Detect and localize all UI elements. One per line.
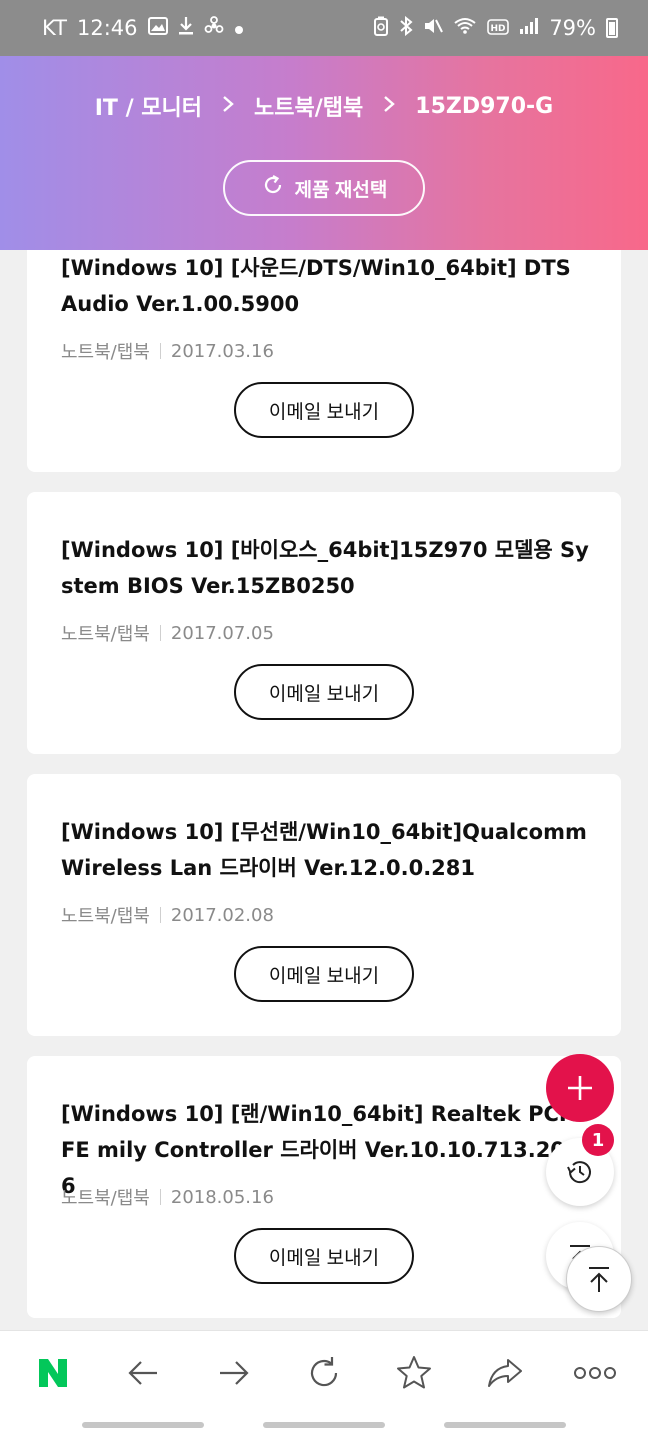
svg-text:HD: HD — [491, 24, 506, 34]
item-date: 2017.03.16 — [170, 340, 274, 362]
add-floating-button[interactable] — [546, 1054, 614, 1122]
bookmark-button[interactable] — [384, 1343, 444, 1403]
send-email-button[interactable]: 이메일 보내기 — [234, 664, 414, 720]
scroll-top-button-browser[interactable] — [566, 1246, 632, 1312]
meta-divider — [159, 1189, 161, 1205]
gesture-pill-home[interactable] — [263, 1422, 385, 1428]
battery-icon — [606, 18, 618, 38]
item-title[interactable]: [Windows 10] [무선랜/Win10_64bit]Qualcomm W… — [61, 814, 591, 886]
gesture-bar — [0, 1414, 648, 1440]
clock: 12:46 — [76, 16, 138, 40]
chevron-right-icon — [383, 92, 396, 120]
browser-toolbar — [0, 1330, 648, 1414]
item-date: 2017.02.08 — [170, 904, 274, 926]
signal-icon — [519, 16, 539, 40]
reselect-label: 제품 재선택 — [294, 179, 388, 201]
send-email-button[interactable]: 이메일 보내기 — [234, 1228, 414, 1284]
arrow-up-icon — [589, 1267, 609, 1292]
refresh-icon — [261, 173, 285, 203]
item-date: 2018.05.16 — [170, 1186, 274, 1208]
gesture-pill-back[interactable] — [444, 1422, 566, 1428]
item-category: 노트북/탭북 — [61, 906, 150, 927]
list-item[interactable]: [Windows 10] [사운드/DTS/Win10_64bit] DTS A… — [27, 250, 621, 472]
arrow-right-icon — [219, 1360, 249, 1385]
history-count-badge: 1 — [582, 1124, 614, 1156]
forward-button[interactable] — [204, 1343, 264, 1403]
more-dots-icon — [573, 1366, 616, 1379]
share-icon — [487, 1358, 522, 1387]
status-left: KT 12:46 — [42, 15, 244, 41]
status-right: HD 79% — [373, 15, 618, 41]
item-category: 노트북/탭북 — [61, 342, 150, 363]
bluetooth-icon — [399, 15, 413, 41]
item-category: 노트북/탭북 — [61, 1188, 150, 1209]
meta-divider — [159, 625, 161, 641]
recycle-icon — [373, 16, 389, 41]
list-item[interactable]: [Windows 10] [랜/Win10_64bit] Realtek PCI… — [27, 1056, 621, 1318]
fan-icon — [204, 15, 224, 41]
chevron-right-icon — [222, 92, 234, 120]
hd-icon: HD — [487, 16, 510, 40]
item-date: 2017.07.05 — [170, 622, 274, 644]
carrier: KT — [42, 16, 67, 40]
item-meta: 노트북/탭북 2017.02.08 — [61, 902, 274, 928]
gallery-icon — [147, 16, 168, 40]
list-item[interactable]: [Windows 10] [무선랜/Win10_64bit]Qualcomm W… — [27, 774, 621, 1036]
history-icon — [567, 1161, 591, 1184]
item-title[interactable]: [Windows 10] [사운드/DTS/Win10_64bit] DTS A… — [61, 250, 591, 322]
meta-divider — [159, 907, 161, 923]
mute-icon — [423, 16, 444, 41]
refresh-button[interactable] — [294, 1343, 354, 1403]
item-category: 노트북/탭북 — [61, 624, 150, 645]
item-meta: 노트북/탭북 2017.03.16 — [61, 338, 274, 364]
send-email-button[interactable]: 이메일 보내기 — [234, 382, 414, 438]
category-header: IT / 모니터 노트북/탭북 15ZD970-G 제품 재선택 — [0, 56, 648, 250]
back-button[interactable] — [113, 1343, 173, 1403]
meta-divider — [159, 343, 161, 359]
reload-icon — [310, 1356, 338, 1386]
breadcrumb-item-subcategory[interactable]: 노트북/탭북 — [254, 90, 363, 122]
gesture-pill-recent[interactable] — [82, 1422, 204, 1428]
star-icon — [397, 1355, 432, 1388]
battery-percent: 79% — [549, 16, 596, 40]
status-bar: KT 12:46 HD 79% — [0, 0, 648, 56]
breadcrumb-item-model[interactable]: 15ZD970-G — [415, 94, 553, 119]
breadcrumb: IT / 모니터 노트북/탭북 15ZD970-G — [0, 90, 648, 122]
list-item[interactable]: [Windows 10] [바이오스_64bit]15Z970 모델용 Syst… — [27, 492, 621, 754]
item-meta: 노트북/탭북 2017.07.05 — [61, 620, 274, 646]
plus-icon — [568, 1076, 592, 1100]
download-icon — [178, 16, 194, 41]
arrow-left-icon — [128, 1360, 158, 1385]
breadcrumb-item-category[interactable]: IT / 모니터 — [95, 90, 202, 122]
share-button[interactable] — [475, 1343, 535, 1403]
naver-home-button[interactable] — [23, 1343, 83, 1403]
naver-logo-icon — [39, 1358, 68, 1387]
item-meta: 노트북/탭북 2018.05.16 — [61, 1184, 274, 1210]
more-button[interactable] — [565, 1343, 625, 1403]
item-title[interactable]: [Windows 10] [바이오스_64bit]15Z970 모델용 Syst… — [61, 532, 591, 604]
reselect-product-button[interactable]: 제품 재선택 — [223, 160, 425, 216]
send-email-button[interactable]: 이메일 보내기 — [234, 946, 414, 1002]
wifi-icon — [453, 16, 477, 41]
notification-dot-icon — [234, 16, 244, 40]
